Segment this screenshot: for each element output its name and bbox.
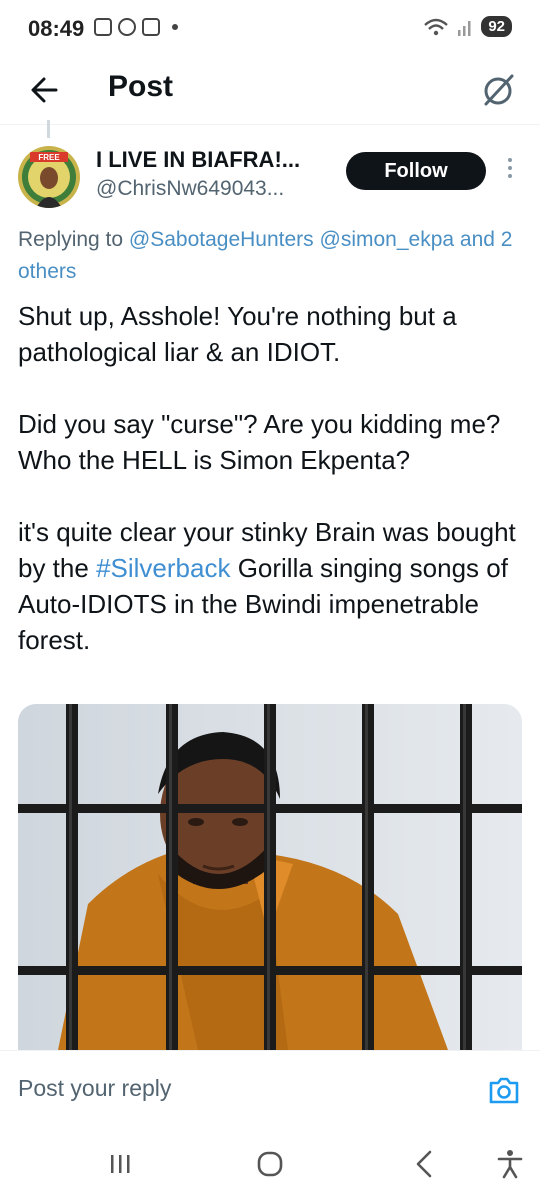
author-name[interactable]: I LIVE IN BIAFRA!... <box>96 147 300 173</box>
svg-text:FREE: FREE <box>38 153 60 162</box>
hashtag-link[interactable]: #Silverback <box>96 553 230 583</box>
reply-input[interactable]: Post your reply <box>18 1075 171 1102</box>
grok-icon[interactable] <box>478 70 518 110</box>
tweet-paragraph: it's quite clear your stinky Brain was b… <box>18 517 516 655</box>
signal-icon <box>458 20 471 36</box>
follow-button[interactable]: Follow <box>346 152 486 190</box>
tweet-text: Shut up, Asshole! You're nothing but a p… <box>18 298 528 694</box>
camera-icon[interactable] <box>488 1075 520 1105</box>
more-options-icon[interactable] <box>500 158 520 188</box>
reply-bar: Post your reply <box>0 1050 540 1133</box>
header-divider <box>0 124 540 125</box>
recents-icon[interactable] <box>104 1148 136 1180</box>
app-header: Post <box>0 62 540 120</box>
tweet-paragraph: Did you say "curse"? Are you kidding me?… <box>18 409 501 475</box>
status-time: 08:49 <box>28 16 85 41</box>
author-handle[interactable]: @ChrisNw649043... <box>96 177 284 201</box>
mention-link[interactable]: @SabotageHunters <box>129 228 314 251</box>
mention-link[interactable]: @simon_ekpa <box>320 228 455 251</box>
replying-prefix: Replying to <box>18 228 124 251</box>
tweet-image[interactable] <box>18 704 522 1050</box>
status-notification-icons <box>94 18 178 36</box>
status-system-icons: 92 <box>423 16 512 37</box>
wifi-icon <box>424 18 449 35</box>
avatar[interactable]: FREE <box>18 146 80 208</box>
system-nav-bar <box>0 1132 540 1199</box>
square-icon <box>94 18 112 36</box>
accessibility-icon[interactable] <box>494 1148 526 1180</box>
home-icon[interactable] <box>254 1148 286 1180</box>
screenshot-icon <box>142 18 160 36</box>
dot-icon <box>172 24 178 30</box>
arrow-left-icon[interactable] <box>26 70 66 110</box>
status-bar: 08:49 92 <box>0 0 540 62</box>
page-title: Post <box>108 70 174 103</box>
back-chevron-icon[interactable] <box>408 1148 440 1180</box>
replying-to: Replying to @SabotageHunters @simon_ekpa… <box>18 224 538 288</box>
whatsapp-icon <box>118 18 136 36</box>
tweet-paragraph: Shut up, Asshole! You're nothing but a p… <box>18 301 457 367</box>
thread-connector <box>47 120 50 138</box>
battery-badge: 92 <box>481 16 512 37</box>
